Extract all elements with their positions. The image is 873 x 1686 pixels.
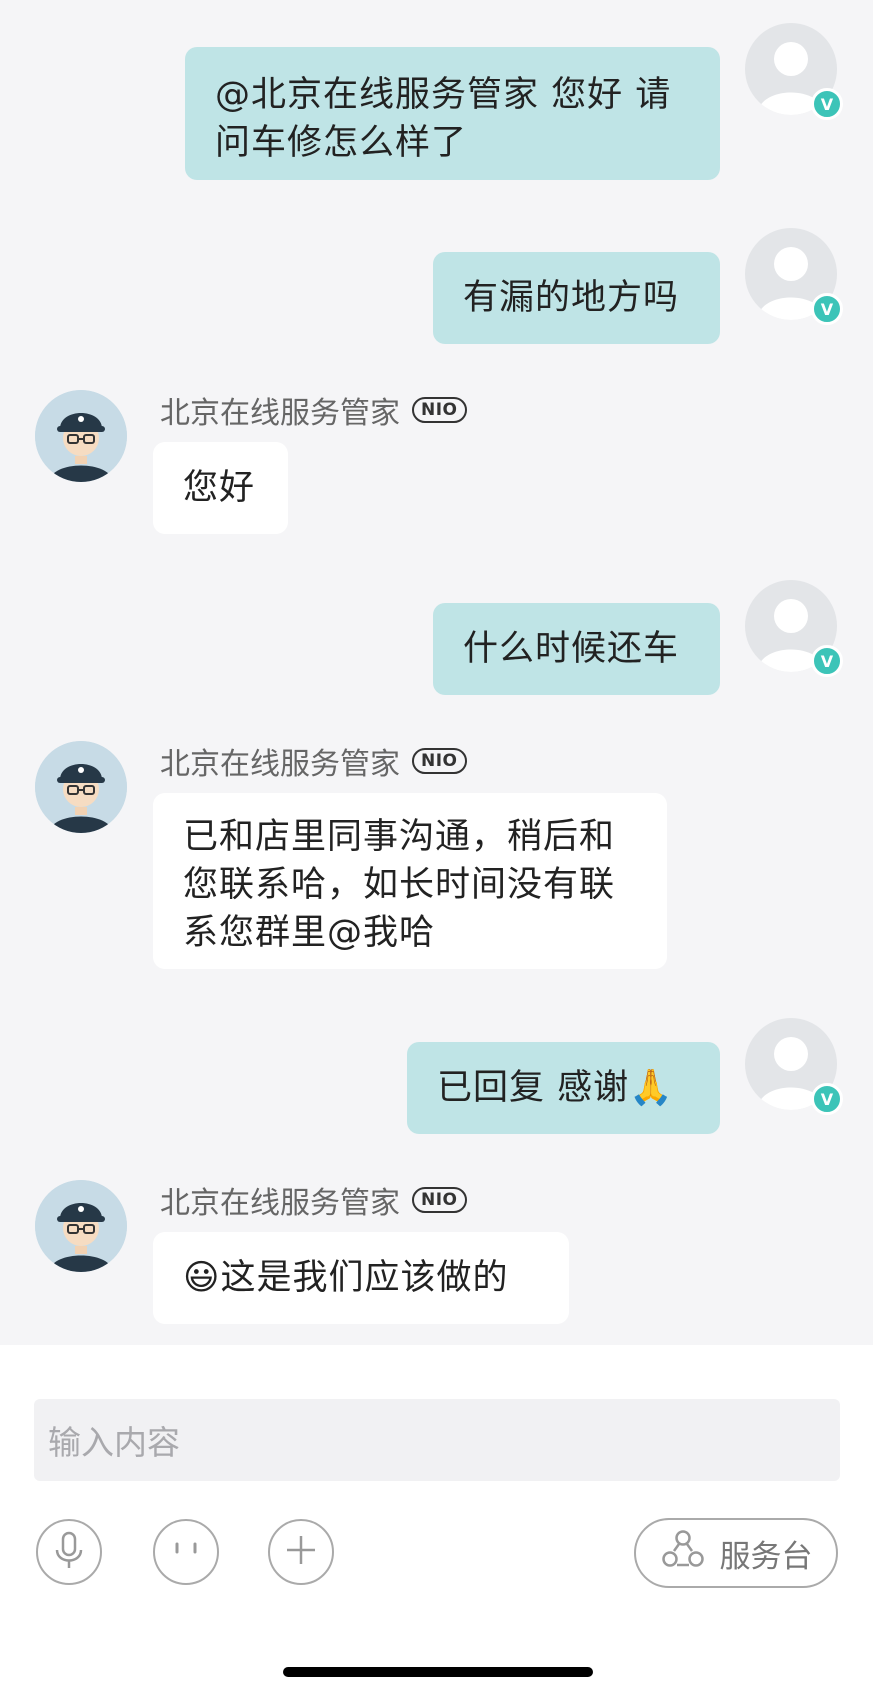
verified-badge: V xyxy=(811,1083,843,1115)
microphone-icon xyxy=(52,1530,86,1574)
message-bubble-user[interactable]: 什么时候还车 xyxy=(433,603,720,695)
message-bubble-user[interactable]: 有漏的地方吗 xyxy=(433,252,720,344)
service-desk-icon xyxy=(660,1529,706,1577)
verified-badge: V xyxy=(811,88,843,120)
sender-name-label: 北京在线服务管家 xyxy=(160,747,400,782)
agent-avatar[interactable] xyxy=(35,741,127,833)
agent-avatar[interactable] xyxy=(35,1180,127,1272)
home-indicator[interactable] xyxy=(283,1667,593,1677)
add-button[interactable] xyxy=(268,1519,334,1585)
message-bubble-user[interactable]: @北京在线服务管家 您好 请 问车修怎么样了 xyxy=(185,47,720,180)
input-panel: 输入内容 服务台 xyxy=(0,1345,873,1686)
emoji-icon xyxy=(168,1540,204,1564)
nio-badge: NIO xyxy=(412,397,467,423)
service-desk-label: 服务台 xyxy=(719,1538,813,1575)
nio-badge: NIO xyxy=(412,1187,467,1213)
agent-avatar[interactable] xyxy=(35,390,127,482)
service-desk-button[interactable]: 服务台 xyxy=(634,1518,838,1588)
emoji-button[interactable] xyxy=(153,1519,219,1585)
input-placeholder: 输入内容 xyxy=(48,1423,180,1462)
message-bubble-agent[interactable]: 😃这是我们应该做的 xyxy=(153,1232,569,1324)
message-bubble-user[interactable]: 已回复 感谢🙏 xyxy=(407,1042,720,1134)
voice-button[interactable] xyxy=(36,1519,102,1585)
message-input[interactable]: 输入内容 xyxy=(34,1399,840,1481)
nio-badge: NIO xyxy=(412,748,467,774)
sender-name: 北京在线服务管家 NIO xyxy=(160,741,467,782)
sender-name-label: 北京在线服务管家 xyxy=(160,1186,400,1221)
message-bubble-agent[interactable]: 您好 xyxy=(153,442,288,534)
verified-badge: V xyxy=(811,293,843,325)
message-bubble-agent[interactable]: 已和店里同事沟通，稍后和 您联系哈，如长时间没有联 系您群里@我哈 xyxy=(153,793,667,969)
verified-badge: V xyxy=(811,645,843,677)
sender-name: 北京在线服务管家 NIO xyxy=(160,390,467,431)
chat-area[interactable]: @北京在线服务管家 您好 请 问车修怎么样了 V 有漏的地方吗 V 北京在线服务… xyxy=(0,0,873,1345)
sender-name: 北京在线服务管家 NIO xyxy=(160,1180,467,1221)
plus-icon xyxy=(284,1533,318,1571)
sender-name-label: 北京在线服务管家 xyxy=(160,396,400,431)
